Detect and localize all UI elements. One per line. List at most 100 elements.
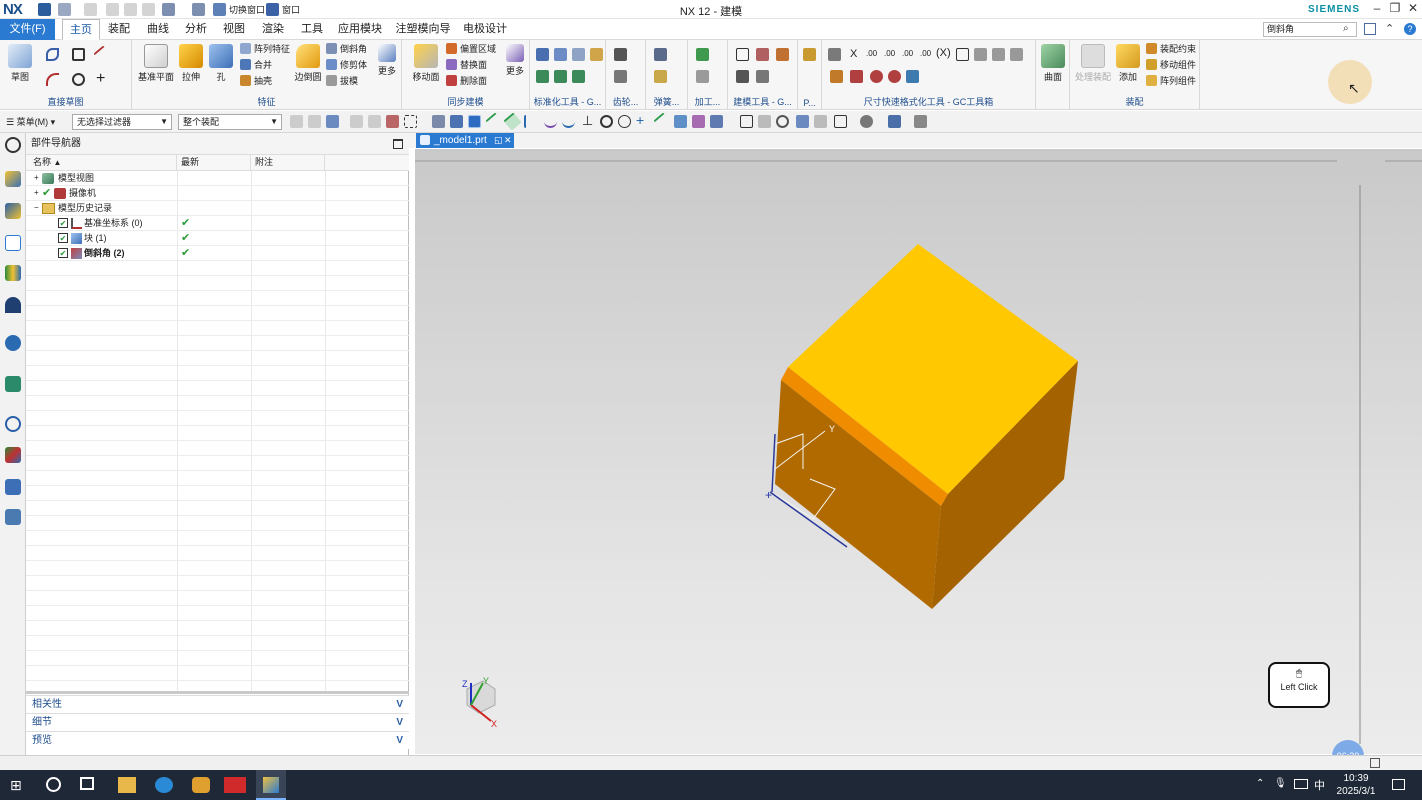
process-studio-icon[interactable]: [5, 479, 21, 495]
view-icon-1[interactable]: [740, 115, 753, 128]
std-tool-icon-5[interactable]: [536, 70, 549, 83]
gear-tool-icon-2[interactable]: [614, 70, 627, 83]
app-icon[interactable]: [192, 777, 210, 793]
tab-electrode-design[interactable]: 电极设计: [460, 19, 510, 40]
dim-tool-icon-1[interactable]: [828, 48, 841, 61]
tree-row-model-views[interactable]: + 模型视图: [26, 171, 409, 186]
nx-taskbar-button[interactable]: [256, 770, 286, 800]
point-icon[interactable]: +: [96, 70, 105, 88]
tree-row-chamfer[interactable]: ✔ 倒斜角 (2) ✔: [26, 246, 409, 261]
ribbon-options-icon[interactable]: [1364, 23, 1376, 35]
machining-tool-icon-2[interactable]: [696, 70, 709, 83]
std-tool-icon-4[interactable]: [590, 48, 603, 61]
select-icon-4[interactable]: [386, 115, 399, 128]
snap-point-icon[interactable]: +: [636, 112, 644, 128]
dim-tool-icon-3[interactable]: .00: [884, 49, 895, 58]
view-icon-2[interactable]: [758, 115, 771, 128]
move-component-button[interactable]: 移动组件: [1146, 58, 1196, 72]
chamfer-button[interactable]: 倒斜角: [326, 42, 367, 56]
tab-analysis[interactable]: 分析: [178, 19, 214, 40]
hole-button[interactable]: 孔: [208, 44, 234, 83]
model-tool-icon-3[interactable]: [776, 48, 789, 61]
settings-gear-icon[interactable]: [5, 137, 21, 153]
extrude-button[interactable]: 拉伸: [176, 44, 206, 83]
collapse-icon[interactable]: −: [34, 201, 39, 215]
tab-mold-wizard[interactable]: 注塑模向导: [392, 19, 454, 40]
surface-button[interactable]: 曲面: [1039, 44, 1067, 83]
dim-tool-icon-9[interactable]: [992, 48, 1005, 61]
rotate-view-icon[interactable]: [776, 115, 789, 128]
machining-tool-icon[interactable]: [696, 48, 709, 61]
network-icon[interactable]: [1294, 779, 1308, 789]
ime-indicator[interactable]: 中: [1314, 777, 1325, 793]
system-clock[interactable]: 10:39 2025/3/1: [1335, 772, 1377, 798]
view-icon-5[interactable]: [814, 115, 827, 128]
dim-tool-icon-7[interactable]: [956, 48, 969, 61]
dim-tool-x-icon[interactable]: X: [850, 48, 857, 60]
snap-endpoint-icon[interactable]: [485, 112, 504, 131]
tree-row-model-history[interactable]: − 模型历史记录: [26, 201, 409, 216]
pattern-feature-button[interactable]: 阵列特征: [240, 42, 290, 56]
feature-select-icon[interactable]: [432, 115, 445, 128]
snap-face-icon[interactable]: [674, 115, 687, 128]
col-name[interactable]: 名称 ▲: [26, 155, 177, 170]
snap-perpendicular-icon[interactable]: ⊥: [582, 113, 593, 129]
visibility-checkbox[interactable]: ✔: [58, 233, 68, 243]
search-icon[interactable]: ⌕: [1343, 23, 1349, 34]
clock-icon[interactable]: [5, 416, 21, 432]
select-icon-3[interactable]: [368, 115, 381, 128]
shell-button[interactable]: 抽壳: [240, 74, 272, 88]
tree-row-block[interactable]: ✔ 块 (1) ✔: [26, 231, 409, 246]
std-tool-icon-1[interactable]: [536, 48, 549, 61]
visibility-checkbox[interactable]: ✔: [58, 218, 68, 228]
view-icon-6[interactable]: [834, 115, 847, 128]
reuse-library-icon[interactable]: [5, 265, 21, 281]
section-preview[interactable]: 预览 V: [26, 731, 409, 749]
microphone-icon[interactable]: 🎙: [1274, 778, 1287, 789]
model-tool-icon-5[interactable]: [756, 70, 769, 83]
tree-row-cameras[interactable]: + ✔ 摄像机: [26, 186, 409, 201]
snap-center-icon[interactable]: [600, 115, 613, 128]
tab-view[interactable]: 视图: [216, 19, 252, 40]
tab-applications[interactable]: 应用模块: [334, 19, 386, 40]
arc-icon[interactable]: [46, 73, 59, 86]
undock-icon[interactable]: ◱: [494, 133, 503, 148]
show-hidden-icons-icon[interactable]: ⌃: [1256, 778, 1264, 789]
more-features-button[interactable]: 更多: [374, 44, 400, 77]
assembly-constraint-button[interactable]: 装配约束: [1146, 42, 1196, 56]
line-icon[interactable]: [93, 45, 112, 64]
dim-tool-icon-11[interactable]: [830, 70, 843, 83]
snap-quadrant-icon[interactable]: [618, 115, 631, 128]
datum-plane-button[interactable]: 基准平面: [138, 44, 174, 83]
wave-button[interactable]: 处理装配: [1074, 44, 1112, 83]
tab-render[interactable]: 渲染: [255, 19, 291, 40]
model-tool-icon-1[interactable]: [736, 48, 749, 61]
selection-filter-select[interactable]: 无选择过滤器 ▼: [72, 114, 172, 130]
tree-row-datum-csys[interactable]: ✔ 基准坐标系 (0) ✔: [26, 216, 409, 231]
circle-icon[interactable]: [72, 73, 85, 86]
notification-icon[interactable]: [1392, 779, 1405, 790]
dim-tool-icon-15[interactable]: [906, 70, 919, 83]
trim-body-button[interactable]: 修剪体: [326, 58, 367, 72]
document-tab[interactable]: _model1.prt ◱ ✕: [416, 133, 514, 148]
model-tool-icon-4[interactable]: [736, 70, 749, 83]
restore-button[interactable]: ❐: [1386, 1, 1404, 15]
replace-face-button[interactable]: 替换面: [446, 58, 487, 72]
col-latest[interactable]: 最新: [177, 155, 251, 170]
unite-button[interactable]: 合并: [240, 58, 272, 72]
visibility-checkbox[interactable]: ✔: [58, 248, 68, 258]
selection-scope-select[interactable]: 整个装配 ▼: [178, 114, 282, 130]
minimize-button[interactable]: –: [1368, 1, 1386, 15]
render-style-icon[interactable]: [860, 115, 873, 128]
select-icon-2[interactable]: [350, 115, 363, 128]
task-view-icon[interactable]: [80, 777, 94, 790]
edge-browser-icon[interactable]: [155, 777, 173, 793]
expand-icon[interactable]: +: [34, 186, 39, 200]
spring-tool-icon[interactable]: [654, 48, 667, 61]
std-tool-icon-7[interactable]: [572, 70, 585, 83]
part-navigator-icon[interactable]: [5, 235, 21, 251]
pattern-component-button[interactable]: 阵列组件: [1146, 74, 1196, 88]
splitter[interactable]: [26, 691, 409, 694]
dim-tool-icon-10[interactable]: [1010, 48, 1023, 61]
dim-tool-icon-6[interactable]: (X): [936, 47, 951, 59]
